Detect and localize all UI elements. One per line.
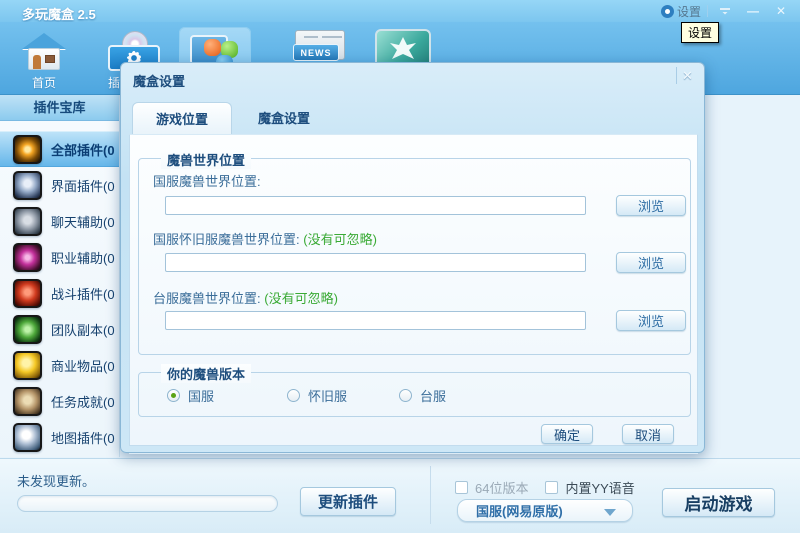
field-note-tw: (没有可忽略) <box>264 291 338 306</box>
emblem-icon <box>388 36 418 62</box>
sidebar-item-map-plugins[interactable]: 地图插件(0 <box>0 419 119 455</box>
group-world-location-legend: 魔兽世界位置 <box>161 150 251 169</box>
radio-classic-server[interactable]: 怀旧服 <box>287 386 347 405</box>
statusbar: 未发现更新。 更新插件 64位版本 内置YY语音 国服(网易原版) 启动游戏 <box>0 458 800 533</box>
checkbox-64bit[interactable] <box>455 481 468 494</box>
close-button[interactable]: ✕ <box>770 4 792 19</box>
browse-button-tw[interactable]: 浏览 <box>616 310 686 331</box>
app-window: 多玩魔盒 2.5 设置 — ✕ 首页 插 <box>0 0 800 533</box>
sidebar-item-ui-plugins[interactable]: 界面插件(0 <box>0 167 119 203</box>
sidebar-item-label: 商业物品(0 <box>51 356 115 375</box>
settings-tooltip: 设置 <box>681 22 719 43</box>
news-icon-label: NEWS <box>293 44 339 61</box>
dialog-close-button[interactable]: ✕ <box>676 67 698 84</box>
dropdown-arrow-icon <box>604 509 616 516</box>
sidebar-item-label: 全部插件(0 <box>51 140 115 159</box>
sidebar-item-label: 地图插件(0 <box>51 428 115 447</box>
helmet-icon <box>13 207 42 236</box>
group-wow-version: 你的魔兽版本 国服 怀旧服 台服 <box>138 372 691 417</box>
titlebar-separator <box>707 5 708 17</box>
toolbar-item-news[interactable]: NEWS <box>293 30 347 66</box>
sidebar-item-chat-helper[interactable]: 聊天辅助(0 <box>0 203 119 239</box>
settings-label: 设置 <box>677 3 701 20</box>
input-cn-wow-path[interactable] <box>165 196 586 215</box>
skin-menu-button[interactable] <box>714 4 736 19</box>
minimize-button[interactable]: — <box>742 4 764 19</box>
sidebar-item-label: 团队副本(0 <box>51 320 115 339</box>
update-plugins-button[interactable]: 更新插件 <box>300 487 396 516</box>
dialog-title: 魔盒设置 <box>133 71 185 90</box>
sidebar-item-commerce-items[interactable]: 商业物品(0 <box>0 347 119 383</box>
sidebar-item-class-helper[interactable]: 职业辅助(0 <box>0 239 119 275</box>
home-icon <box>22 33 66 71</box>
radio-cn-server[interactable]: 国服 <box>167 386 214 405</box>
cross-blades-icon <box>13 243 42 272</box>
sidebar-item-combat-plugins[interactable]: 战斗插件(0 <box>0 275 119 311</box>
launch-game-button[interactable]: 启动游戏 <box>662 488 775 517</box>
tab-panel-game-location: 魔兽世界位置 国服魔兽世界位置: 浏览 国服怀旧服魔兽世界位置: (没有可忽略)… <box>129 134 698 446</box>
sidebar-item-quest-achievement[interactable]: 任务成就(0 <box>0 383 119 419</box>
sidebar: 插件宝库 全部插件(0 界面插件(0 聊天辅助(0 职业辅助(0 战斗插件(0 … <box>0 95 120 457</box>
radio-icon <box>399 389 412 402</box>
sidebar-header: 插件宝库 <box>0 95 119 121</box>
combat-icon <box>13 279 42 308</box>
field-label-tw: 台服魔兽世界位置: (没有可忽略) <box>153 288 338 307</box>
field-label-cn-classic: 国服怀旧服魔兽世界位置: (没有可忽略) <box>153 229 377 248</box>
browse-button-cn-classic[interactable]: 浏览 <box>616 252 686 273</box>
checkbox-yy-voice-label: 内置YY语音 <box>565 478 634 497</box>
cancel-button[interactable]: 取消 <box>622 424 674 444</box>
chevron-down-icon <box>720 8 730 15</box>
sidebar-item-raid-dungeon[interactable]: 团队副本(0 <box>0 311 119 347</box>
server-select-value: 国服(网易原版) <box>476 501 563 520</box>
gear-icon <box>661 5 674 18</box>
tab-box-settings[interactable]: 魔盒设置 <box>234 102 334 135</box>
statusbar-divider <box>430 466 431 524</box>
scroll-icon <box>13 387 42 416</box>
input-tw-wow-path[interactable] <box>165 311 586 330</box>
sidebar-item-label: 聊天辅助(0 <box>51 212 115 231</box>
settings-button[interactable]: 设置 <box>661 3 701 20</box>
update-progress-bar <box>17 495 278 512</box>
settings-dialog: 魔盒设置 ✕ 游戏位置 魔盒设置 魔兽世界位置 国服魔兽世界位置: 浏览 国服怀… <box>120 62 705 453</box>
radio-tw-server[interactable]: 台服 <box>399 386 446 405</box>
field-label-cn: 国服魔兽世界位置: <box>153 171 261 190</box>
sidebar-item-label: 任务成就(0 <box>51 392 115 411</box>
app-title: 多玩魔盒 2.5 <box>22 4 96 23</box>
coins-icon <box>13 351 42 380</box>
browse-button-cn[interactable]: 浏览 <box>616 195 686 216</box>
checkbox-yy-voice[interactable] <box>545 481 558 494</box>
checkbox-64bit-label: 64位版本 <box>475 478 528 497</box>
sidebar-item-all-plugins[interactable]: 全部插件(0 <box>0 131 119 167</box>
rune-icon <box>13 315 42 344</box>
radio-icon <box>287 389 300 402</box>
toolbar-home-label: 首页 <box>8 74 80 91</box>
eye-icon <box>13 135 42 164</box>
toolbar-item-home[interactable]: 首页 <box>8 27 80 93</box>
ok-button[interactable]: 确定 <box>541 424 593 444</box>
titlebar: 多玩魔盒 2.5 设置 — ✕ <box>0 0 800 22</box>
sidebar-item-label: 界面插件(0 <box>51 176 115 195</box>
group-wow-version-legend: 你的魔兽版本 <box>161 364 251 383</box>
compass-icon <box>13 423 42 452</box>
tab-game-location[interactable]: 游戏位置 <box>132 102 232 135</box>
shield-icon <box>13 171 42 200</box>
input-cn-classic-wow-path[interactable] <box>165 253 586 272</box>
sidebar-item-label: 职业辅助(0 <box>51 248 115 267</box>
update-status-text: 未发现更新。 <box>17 471 95 490</box>
radio-selected-icon <box>167 389 180 402</box>
field-note-cn-classic: (没有可忽略) <box>303 232 377 247</box>
sidebar-item-label: 战斗插件(0 <box>51 284 115 303</box>
group-world-location: 魔兽世界位置 国服魔兽世界位置: 浏览 国服怀旧服魔兽世界位置: (没有可忽略)… <box>138 158 691 355</box>
dialog-separator <box>129 453 698 454</box>
server-select-dropdown[interactable]: 国服(网易原版) <box>457 499 633 522</box>
